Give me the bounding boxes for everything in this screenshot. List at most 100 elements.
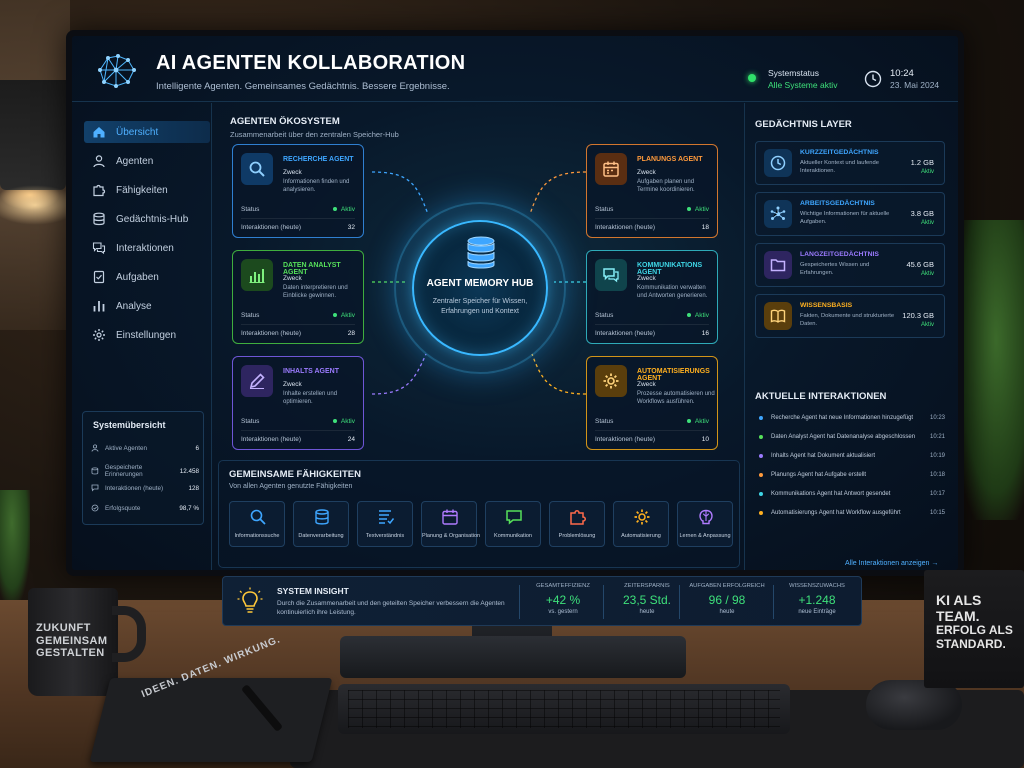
pendant-lamp [0,80,66,190]
metric-tasks-success: AUFGABEN ERFOLGREICH 96 / 98 heute [679,583,775,615]
clock-icon [770,155,786,171]
memory-layer-short-term[interactable]: KURZZEITGEDÄCHTNIS Aktueller Kontext und… [755,141,945,185]
agent-name: INHALTS AGENT [283,368,339,375]
skill-automation[interactable]: Automatisierung [613,501,669,547]
clock-icon [864,70,882,88]
ecosystem-subtitle: Zusammenarbeit über den zentralen Speich… [230,130,399,139]
skill-data-processing[interactable]: Datenverarbeitung [293,501,349,547]
agent-icon-box [595,153,627,185]
skill-planning[interactable]: Planung & Organisation [421,501,480,547]
sidebar-item-settings[interactable]: Einstellungen [84,324,210,346]
skill-label: Informationssuche [234,533,280,539]
agent-interactions-count: 18 [701,224,709,231]
sidebar-item-tasks[interactable]: Aufgaben [84,266,210,288]
skill-problem-solving[interactable]: Problemlösung [549,501,605,547]
system-insight-bar: SYSTEM INSIGHT Durch die Zusammenarbeit … [222,576,862,626]
memory-layer-size: 1.2 GB [910,158,934,167]
metric-knowledge-growth: WISSENSZUWACHS +1.248 neue Einträge [777,583,857,615]
memory-layer-status: Aktiv [920,169,934,175]
sidebar-item-agents[interactable]: Agenten [84,150,210,172]
brain-network-icon [98,54,136,88]
interaction-text: Automatisierungs Agent hat Workflow ausg… [771,510,901,516]
overview-label: Erfolgsquote [105,504,141,512]
agent-description: Inhalte erstellen und optimieren. [283,391,338,406]
interaction-item: Automatisierungs Agent hat Workflow ausg… [759,510,945,516]
agent-card-automation[interactable]: AUTOMATISIERUNGS AGENT Zweck Prozesse au… [586,356,718,450]
memory-layer-long-term[interactable]: LANGZEITGEDÄCHTNIS Gespeichertes Wissen … [755,243,945,287]
puzzle-icon [570,510,586,525]
gear-icon [634,509,650,525]
agent-name: RECHERCHE AGENT [283,156,354,163]
search-icon [250,509,266,525]
agent-interactions-count: 28 [347,330,355,337]
agent-purpose-label: Zweck [283,381,302,388]
agent-interactions-label: Interaktionen (heute) [595,224,655,231]
skill-label: Problemlösung [558,533,596,539]
user-icon [91,444,99,452]
agent-name: PLANUNGS AGENT [637,156,703,163]
metric-label: GESAMTEFFIZIENZ [536,583,590,589]
memory-icon-box [764,200,792,228]
gear-icon [603,373,619,389]
metric-label: ZEITERSPARNIS [624,583,670,589]
overview-label: Interaktionen (heute) [105,484,164,492]
interaction-dot [759,511,763,515]
sidebar-item-label: Interaktionen [116,242,174,254]
agent-interactions-count: 16 [701,330,709,337]
agent-purpose-label: Zweck [637,381,656,388]
interaction-item: Planungs Agent hat Aufgabe erstellt 10:1… [759,472,945,478]
sidebar-item-skills[interactable]: Fähigkeiten [84,179,210,201]
agent-status-label: Status [241,206,260,213]
metric-label: AUFGABEN ERFOLGREICH [689,583,765,589]
agent-purpose-label: Zweck [283,275,302,282]
sidebar-item-interactions[interactable]: Interaktionen [84,237,210,259]
agent-status-value: Aktiv [333,418,355,425]
agent-card-data-analyst[interactable]: DATEN ANALYST AGENT Zweck Daten interpre… [232,250,364,344]
memory-layer-knowledge-base[interactable]: WISSENSBASIS Fakten, Dokumente und struk… [755,294,945,338]
agent-status-label: Status [241,312,260,319]
sidebar-item-overview[interactable]: Übersicht [84,121,210,143]
agent-name: KOMMUNIKATIONS AGENT [637,262,703,276]
skill-communication[interactable]: Kommunikation [485,501,541,547]
pencil-icon [249,373,265,389]
memory-layer-title: GEDÄCHTNIS LAYER [755,119,852,130]
agent-icon-box [241,153,273,185]
tasks-icon [93,270,105,284]
interaction-time: 10:17 [929,491,945,497]
agent-card-communication[interactable]: KOMMUNIKATIONS AGENT Zweck Kommunikation… [586,250,718,344]
agent-description: Prozesse automatisieren und Workflows au… [637,391,715,406]
skill-text-understanding[interactable]: Textverständnis [357,501,413,547]
agent-status-value: Aktiv [687,206,709,213]
agent-card-research[interactable]: RECHERCHE AGENT Zweck Informationen find… [232,144,364,238]
overview-row-memories: Gespeicherte Erinnerungen 12.458 [91,464,199,478]
memory-layer-working[interactable]: ARBEITSGEDÄCHTNIS Wichtige Informationen… [755,192,945,236]
memory-icon-box [764,251,792,279]
agent-description: Informationen finden und analysieren. [283,179,350,194]
chat-icon [603,268,619,283]
agent-purpose-label: Zweck [637,169,656,176]
keyboard-keys [348,690,780,728]
sidebar-item-analysis[interactable]: Analyse [84,295,210,317]
sidebar-item-memory-hub[interactable]: Gedächtnis-Hub [84,208,210,230]
skill-information-search[interactable]: Informationssuche [229,501,285,547]
memory-layer-name: WISSENSBASIS [800,302,853,309]
memory-layer-name: KURZZEITGEDÄCHTNIS [800,149,879,156]
memory-layer-description: Fakten, Dokumente und strukturierte Date… [800,313,895,327]
agent-interactions-count: 24 [347,436,355,443]
divider [519,585,520,619]
plant-left [0,490,30,600]
memory-layer-name: ARBEITSGEDÄCHTNIS [800,200,875,207]
show-all-interactions-link[interactable]: Alle Interaktionen anzeigen → [845,560,938,567]
hub-title: AGENT MEMORY HUB [426,278,534,289]
agent-card-planning[interactable]: PLANUNGS AGENT Zweck Aufgaben planen und… [586,144,718,238]
agent-card-content[interactable]: INHALTS AGENT Zweck Inhalte erstellen un… [232,356,364,450]
skill-label: Datenverarbeitung [298,533,344,539]
metric-efficiency: GESAMTEFFIZIENZ +42 % vs. gestern [523,583,603,615]
header: AI AGENTEN KOLLABORATION Intelligente Ag… [72,36,958,102]
skill-learning[interactable]: Lernen & Anpassung [677,501,733,547]
overview-value: 12.458 [179,467,199,475]
plaque-line-2: ERFOLG ALS STANDARD. [936,623,1013,651]
agent-icon-box [595,259,627,291]
memory-layer-size: 45.6 GB [906,260,934,269]
agent-description: Daten interpretieren und Einblicke gewin… [283,285,348,300]
